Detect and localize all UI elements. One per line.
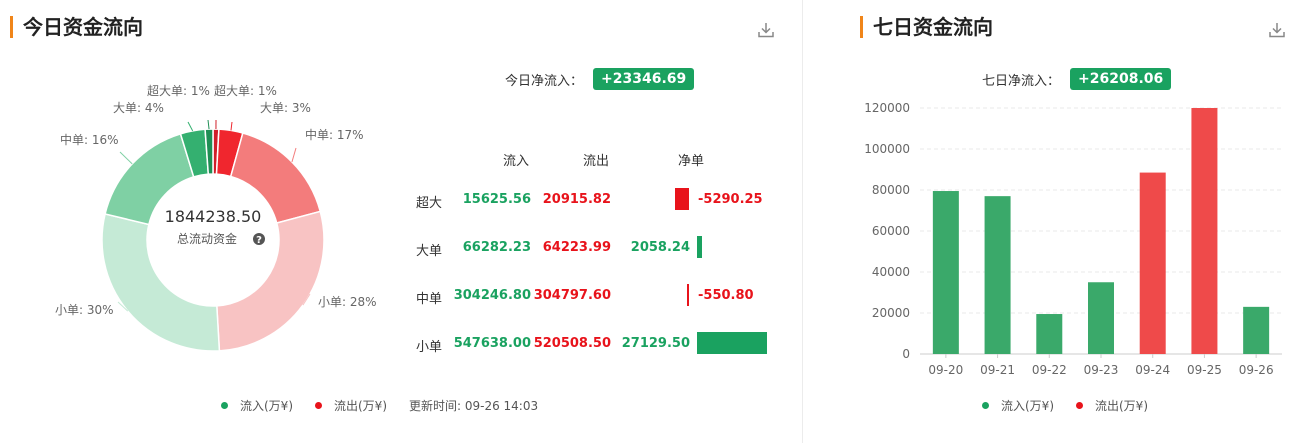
y-tick-label: 100000 xyxy=(864,142,910,156)
bar[interactable] xyxy=(1191,108,1218,354)
row-inflow: 304246.80 xyxy=(453,288,531,303)
legend-inflow[interactable]: 流入(万¥) xyxy=(221,397,293,414)
y-tick-label: 40000 xyxy=(872,265,910,279)
inflow-dot-icon xyxy=(221,402,228,409)
bar-chart: 0 20000 40000 60000 80000 100000 120000 09-20 09… xyxy=(864,101,1282,377)
net-bar xyxy=(697,236,702,258)
today-net-inflow: 今日净流入： +23346.69 xyxy=(505,68,695,90)
donut-slice-label: 中单: 17% xyxy=(305,127,364,142)
bar[interactable] xyxy=(1243,306,1270,354)
inflow-dot-icon xyxy=(982,402,989,409)
row-inflow: 547638.00 xyxy=(453,336,531,351)
seven-day-net-value: +26208.06 xyxy=(1070,68,1172,90)
today-title: 今日资金流向 xyxy=(10,16,143,38)
row-outflow: 520508.50 xyxy=(533,336,611,351)
x-tick-label: 09-20 xyxy=(928,363,963,377)
donut-slice-label: 大单: 3% xyxy=(260,101,311,115)
donut-label-line xyxy=(187,121,194,132)
x-tick-label: 09-23 xyxy=(1084,363,1119,377)
seven-day-legend: 流入(万¥) 流出(万¥) xyxy=(982,397,1170,414)
row-net: -550.80 xyxy=(698,288,754,303)
row-inflow: 15625.56 xyxy=(462,192,531,207)
download-icon[interactable] xyxy=(1267,20,1287,40)
row-category: 超大 xyxy=(416,196,443,211)
donut-center-label: 总流动资金 xyxy=(177,231,237,246)
panel-divider xyxy=(802,0,803,443)
today-net-value: +23346.69 xyxy=(593,68,695,90)
x-tick-label: 09-22 xyxy=(1032,363,1067,377)
net-bar xyxy=(697,332,767,354)
bar[interactable] xyxy=(1088,282,1114,354)
today-fund-flow-panel: 今日资金流向 今日净流入： +23346.69 超大单: 1% 大单: 3% 中单:… xyxy=(0,0,800,443)
header-net: 净单 xyxy=(678,154,705,169)
donut-center-value: 1844238.50 xyxy=(165,207,262,226)
donut-chart: 超大单: 1% 大单: 3% 中单: 17% 小单: 28% 小单: 30% 中单: 16… xyxy=(55,83,377,352)
x-tick-label: 09-25 xyxy=(1187,363,1222,377)
bar[interactable] xyxy=(984,196,1011,354)
legend-inflow[interactable]: 流入(万¥) xyxy=(982,397,1054,414)
x-tick-label: 09-26 xyxy=(1239,363,1274,377)
seven-day-fund-flow-panel: 七日资金流向 七日净流入： +26208.06 0 20000 40000 60000… xyxy=(832,0,1297,443)
bar[interactable] xyxy=(932,191,959,354)
donut-slice-label: 大单: 4% xyxy=(113,101,164,115)
x-tick-label: 09-24 xyxy=(1135,363,1170,377)
donut-slice-label: 超大单: 1% xyxy=(147,83,210,98)
y-tick-label: 120000 xyxy=(864,101,910,115)
donut-label-line xyxy=(207,119,210,130)
row-net: 2058.24 xyxy=(630,240,690,255)
row-category: 中单 xyxy=(416,292,443,307)
row-net: 27129.50 xyxy=(621,336,690,351)
row-net: -5290.25 xyxy=(698,192,763,207)
header-outflow: 流出 xyxy=(583,154,610,169)
today-net-label: 今日净流入： xyxy=(505,73,584,89)
download-icon[interactable] xyxy=(756,20,776,40)
row-outflow: 20915.82 xyxy=(542,192,611,207)
outflow-dot-icon xyxy=(1076,402,1083,409)
bar[interactable] xyxy=(1139,172,1166,354)
donut-label-line xyxy=(119,151,133,165)
y-tick-label: 80000 xyxy=(872,183,910,197)
today-legend: 流入(万¥) 流出(万¥) 更新时间: 09-26 14:03 xyxy=(221,397,538,414)
donut-label-line xyxy=(230,121,233,131)
bar[interactable] xyxy=(1036,314,1063,354)
y-tick-label: 60000 xyxy=(872,224,910,238)
donut-slice-label: 小单: 28% xyxy=(318,295,377,309)
donut-label-line xyxy=(291,147,297,163)
header-inflow: 流入 xyxy=(503,154,530,169)
seven-day-title: 七日资金流向 xyxy=(860,16,993,38)
net-bar xyxy=(687,284,689,306)
legend-outflow[interactable]: 流出(万¥) xyxy=(1076,397,1148,414)
row-inflow: 66282.23 xyxy=(462,240,531,255)
help-icon[interactable]: ? xyxy=(253,233,265,246)
y-tick-label: 20000 xyxy=(872,306,910,320)
x-tick-label: 09-21 xyxy=(980,363,1015,377)
legend-outflow[interactable]: 流出(万¥) xyxy=(315,397,387,414)
row-outflow: 304797.60 xyxy=(533,288,611,303)
outflow-dot-icon xyxy=(315,402,322,409)
row-category: 大单 xyxy=(416,244,443,259)
row-outflow: 64223.99 xyxy=(542,240,611,255)
donut-slice-label: 超大单: 1% xyxy=(214,83,277,98)
row-category: 小单 xyxy=(416,340,443,355)
donut-slice-label: 中单: 16% xyxy=(60,132,119,147)
seven-day-net-label: 七日净流入： xyxy=(982,73,1061,89)
svg-text:?: ? xyxy=(256,235,262,246)
donut-slice-label: 小单: 30% xyxy=(55,303,114,317)
y-tick-label: 0 xyxy=(902,347,910,361)
net-bar xyxy=(675,188,689,210)
update-time: 更新时间: 09-26 14:03 xyxy=(409,399,539,413)
seven-day-net-inflow: 七日净流入： +26208.06 xyxy=(982,68,1172,90)
